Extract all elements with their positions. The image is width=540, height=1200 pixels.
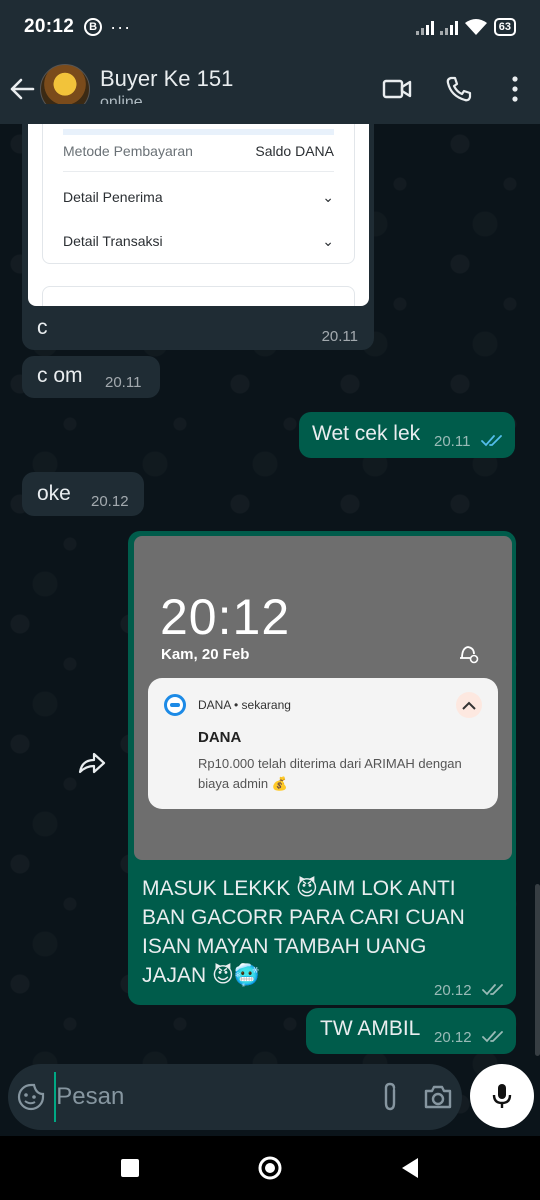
message-time: 20.12 bbox=[91, 493, 129, 510]
notification-settings-icon bbox=[460, 646, 479, 664]
delivered-ticks-icon bbox=[482, 1031, 503, 1043]
receipt-payment-row: Metode Pembayaran Saldo DANA bbox=[63, 143, 334, 159]
back-nav-button[interactable] bbox=[390, 1148, 430, 1188]
system-navigation-bar bbox=[0, 1136, 540, 1200]
message-text: c bbox=[37, 316, 48, 339]
circle-home-icon bbox=[258, 1156, 282, 1180]
notification-body: Rp10.000 telah diterima dari ARIMAH deng… bbox=[198, 756, 462, 791]
message-bubble-outgoing[interactable]: Wet cek lek 20.11 bbox=[299, 412, 515, 458]
message-bubble-outgoing[interactable]: TW AMBIL 20.12 bbox=[306, 1008, 516, 1054]
signal-icon-2 bbox=[439, 19, 458, 35]
camera-icon bbox=[424, 1085, 452, 1109]
message-composer bbox=[8, 1064, 462, 1130]
chevron-down-icon: ⌄ bbox=[322, 233, 334, 249]
notification-screenshot-image[interactable]: 20:12 Kam, 20 Feb DANA • sekarang DANA R… bbox=[134, 536, 512, 860]
receipt-image[interactable]: Metode Pembayaran Saldo DANA Detail Pene… bbox=[28, 124, 369, 306]
forward-button[interactable] bbox=[76, 750, 112, 782]
chevron-up-icon bbox=[462, 701, 476, 710]
transaction-detail-label: Detail Transaksi bbox=[63, 233, 163, 249]
chat-scrollbar[interactable] bbox=[535, 884, 540, 1056]
lockscreen-date: Kam, 20 Feb bbox=[161, 646, 250, 663]
dana-logo-icon bbox=[164, 694, 186, 716]
battery-icon: 63 bbox=[493, 18, 516, 36]
message-time: 20.12 bbox=[434, 982, 472, 999]
more-notifications-icon: ··· bbox=[110, 16, 132, 37]
payment-method-value: Saldo DANA bbox=[255, 143, 334, 159]
message-time: 20.11 bbox=[105, 374, 142, 391]
contact-name: Buyer Ke 151 bbox=[100, 66, 234, 91]
video-call-button[interactable] bbox=[366, 64, 428, 114]
voice-call-button[interactable] bbox=[428, 64, 490, 114]
signal-icon bbox=[415, 19, 434, 35]
home-button[interactable] bbox=[250, 1148, 290, 1188]
wifi-icon bbox=[464, 19, 487, 35]
message-time: 20.12 bbox=[434, 1029, 472, 1046]
video-camera-icon bbox=[382, 79, 412, 99]
b-notification-icon: B bbox=[84, 18, 103, 36]
triangle-back-icon bbox=[402, 1158, 418, 1178]
message-time: 20.11 bbox=[434, 433, 471, 450]
more-options-button[interactable] bbox=[490, 64, 540, 114]
message-caption: MASUK LEKKK 😈AIM LOK ANTI BAN GACORR PAR… bbox=[142, 877, 465, 987]
receipt-button-stub bbox=[42, 286, 355, 306]
status-bar: 20:12 B ··· 63 bbox=[0, 0, 540, 54]
message-input[interactable] bbox=[54, 1072, 367, 1122]
phone-icon bbox=[446, 76, 472, 102]
message-bubble-incoming[interactable]: oke 20.12 bbox=[22, 472, 144, 516]
voice-message-button[interactable] bbox=[470, 1064, 534, 1128]
emoji-button[interactable] bbox=[8, 1068, 54, 1126]
receipt-card: Metode Pembayaran Saldo DANA Detail Pene… bbox=[42, 124, 355, 264]
square-recents-icon bbox=[121, 1159, 139, 1177]
forward-icon bbox=[78, 752, 106, 774]
notification-title: DANA bbox=[198, 729, 242, 746]
attach-button[interactable] bbox=[366, 1068, 414, 1126]
receipt-transaction-row: Detail Transaksi ⌄ bbox=[63, 233, 334, 250]
delivered-ticks-icon bbox=[482, 984, 503, 996]
camera-button[interactable] bbox=[414, 1068, 462, 1126]
notification-card: DANA • sekarang DANA Rp10.000 telah dite… bbox=[148, 678, 498, 809]
more-vertical-icon bbox=[512, 76, 518, 102]
notification-app-line: DANA • sekarang bbox=[198, 698, 291, 712]
payment-method-label: Metode Pembayaran bbox=[63, 143, 193, 159]
status-time: 20:12 bbox=[24, 16, 75, 37]
lockscreen-time: 20:12 bbox=[160, 589, 291, 645]
message-text: c om bbox=[37, 364, 83, 387]
message-time: 20.11 bbox=[321, 328, 358, 345]
receipt-recipient-row: Detail Penerima ⌄ bbox=[63, 189, 334, 206]
message-bubble-incoming[interactable]: c om 20.11 bbox=[22, 356, 160, 398]
message-text: oke bbox=[37, 482, 71, 505]
message-text: TW AMBIL bbox=[320, 1017, 421, 1040]
chevron-down-icon: ⌄ bbox=[322, 189, 334, 205]
sticker-emoji-icon bbox=[18, 1083, 45, 1111]
recents-button[interactable] bbox=[110, 1148, 150, 1188]
message-text: Wet cek lek bbox=[312, 422, 421, 445]
arrow-left-icon bbox=[10, 78, 35, 100]
collapse-button bbox=[456, 692, 482, 718]
recipient-detail-label: Detail Penerima bbox=[63, 189, 163, 205]
read-ticks-icon bbox=[481, 435, 502, 447]
microphone-icon bbox=[492, 1084, 512, 1108]
paperclip-icon bbox=[384, 1082, 396, 1111]
